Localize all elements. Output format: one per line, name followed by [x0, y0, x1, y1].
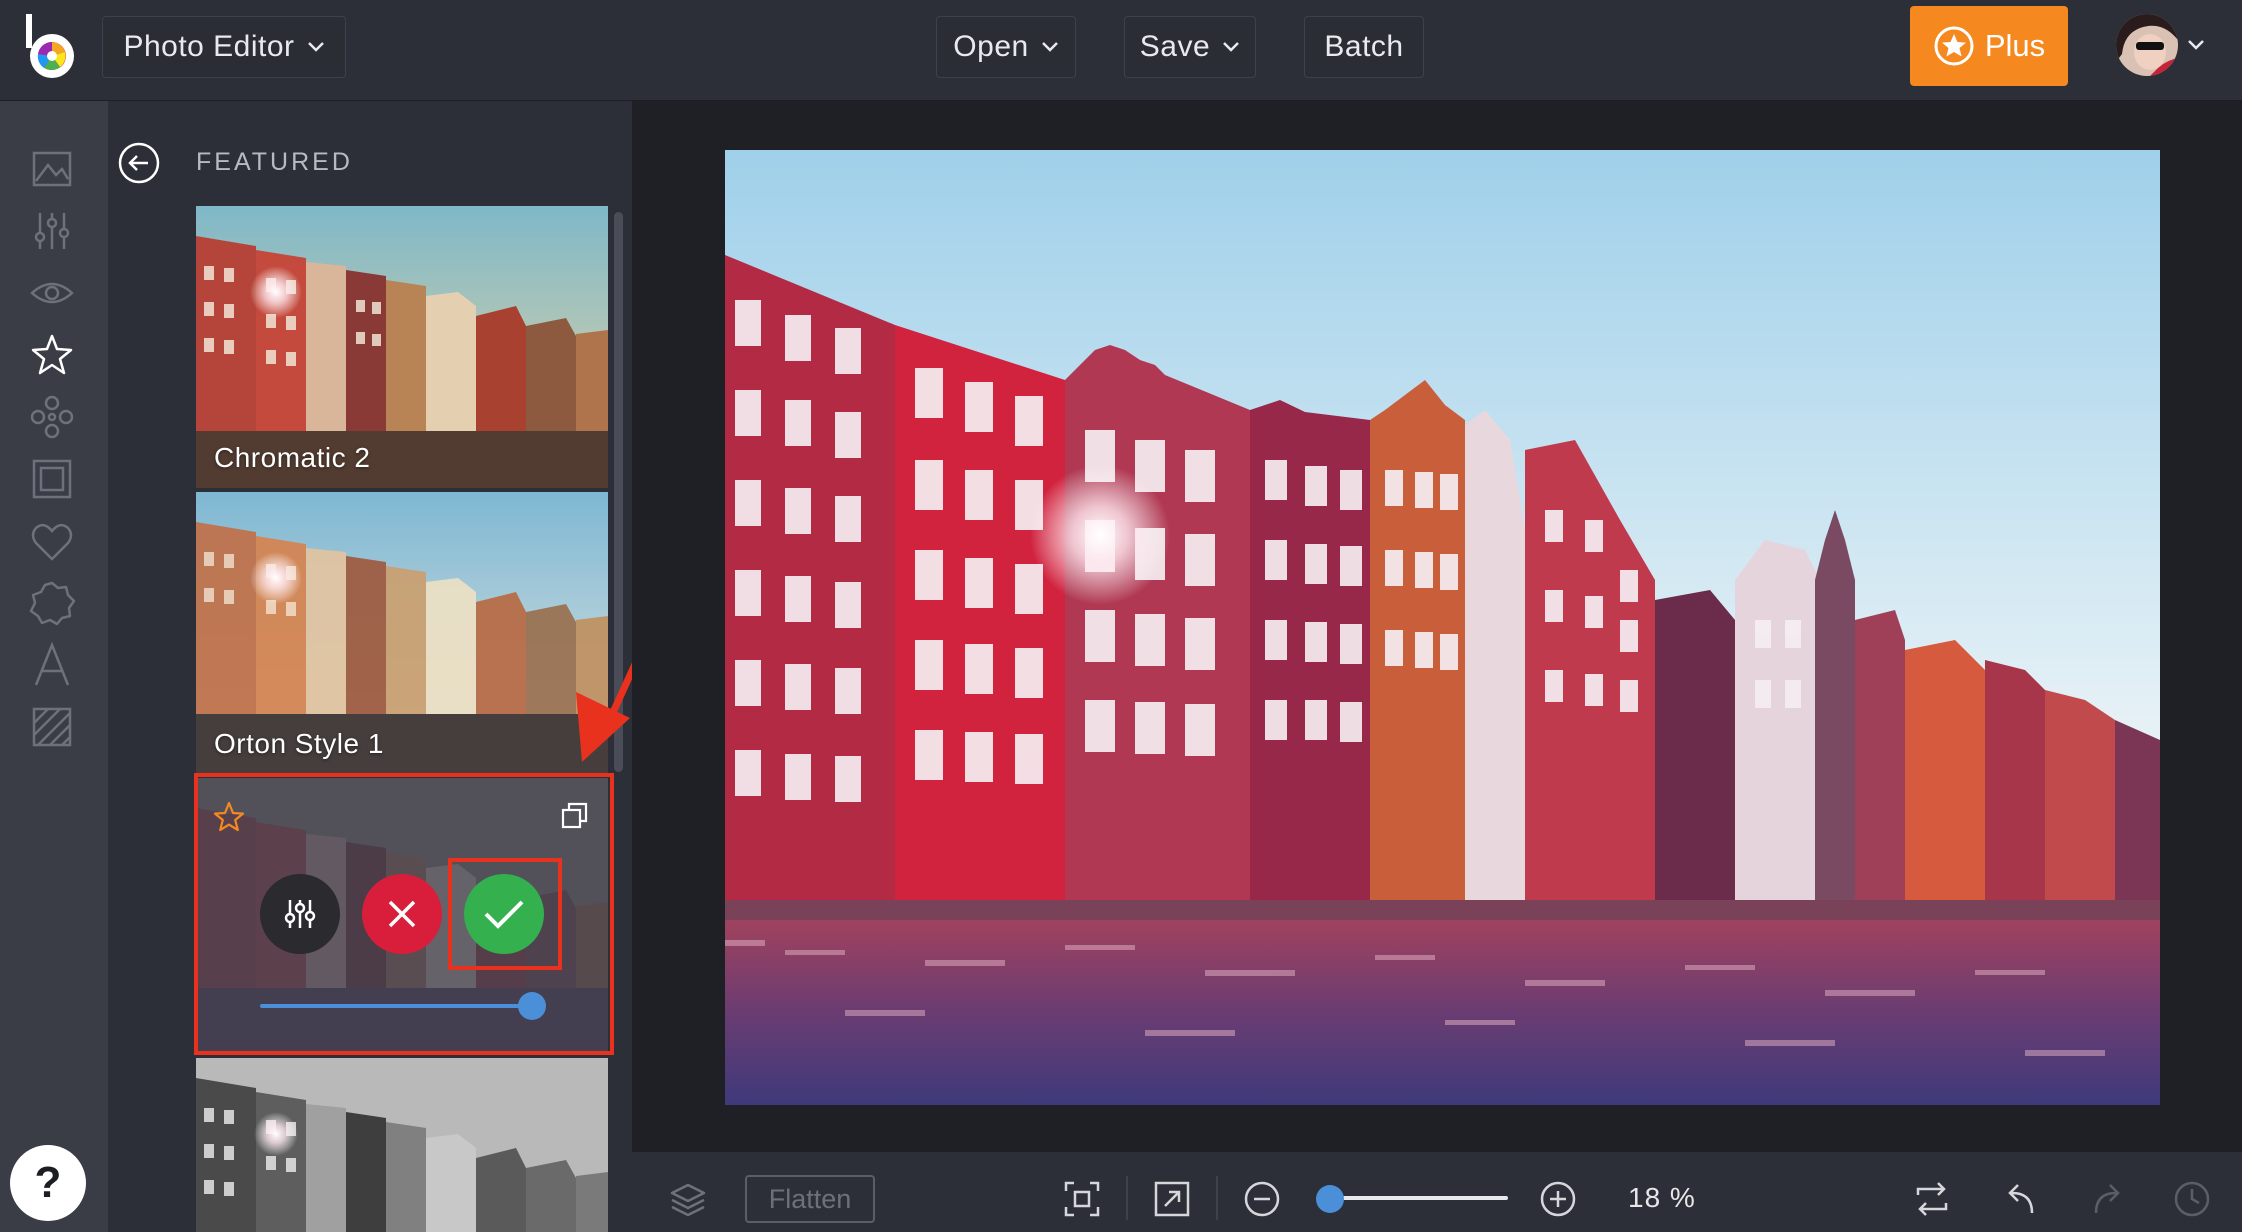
toolbar-divider	[1126, 1176, 1128, 1220]
filter-thumbnail[interactable]: Orton Style 1	[196, 492, 608, 774]
chevron-down-icon	[1041, 42, 1058, 52]
frame-icon[interactable]	[28, 455, 76, 503]
open-label: Open	[953, 30, 1029, 63]
top-bar: Photo Editor Open Save Batch Plus	[0, 0, 2242, 101]
help-button[interactable]: ?	[10, 1145, 86, 1221]
history-icon[interactable]	[2172, 1179, 2212, 1219]
batch-button[interactable]: Batch	[1304, 16, 1424, 78]
redo-icon[interactable]	[2088, 1179, 2128, 1219]
filter-thumbnail[interactable]: Chromatic 2	[196, 206, 608, 488]
undo-icon[interactable]	[2000, 1179, 2040, 1219]
app-menu-button[interactable]: Photo Editor	[102, 16, 346, 78]
star-icon[interactable]	[28, 331, 76, 379]
filter-label: Orton Style 1	[214, 728, 384, 759]
badge-icon[interactable]	[28, 579, 76, 627]
edited-photo[interactable]	[725, 150, 2160, 1105]
zoom-out-icon[interactable]	[1242, 1179, 1282, 1219]
tool-rail	[0, 101, 108, 1232]
sliders-icon[interactable]	[28, 207, 76, 255]
open-button[interactable]: Open	[936, 16, 1076, 78]
back-arrow-icon[interactable]	[118, 142, 160, 184]
save-label: Save	[1139, 30, 1211, 63]
save-button[interactable]: Save	[1124, 16, 1256, 78]
heart-icon[interactable]	[28, 517, 76, 565]
section-title: FEATURED	[196, 148, 353, 176]
actual-size-icon[interactable]	[1152, 1179, 1192, 1219]
compare-icon[interactable]	[1912, 1179, 1952, 1219]
chevron-down-icon[interactable]	[2186, 38, 2206, 52]
flatten-button[interactable]: Flatten	[745, 1175, 875, 1223]
toolbar-divider	[1216, 1176, 1218, 1220]
photo-editor-app: Photo Editor Open Save Batch Plus ? FEAT…	[0, 0, 2242, 1232]
chevron-down-icon	[1223, 42, 1240, 52]
texture-icon[interactable]	[28, 703, 76, 751]
zoom-slider-track[interactable]	[1330, 1196, 1508, 1200]
plus-label: Plus	[1984, 28, 2046, 63]
plus-upgrade-button[interactable]: Plus	[1910, 6, 2068, 86]
layers-icon[interactable]	[668, 1179, 708, 1219]
image-icon[interactable]	[28, 145, 76, 193]
befunky-logo-icon[interactable]	[24, 12, 80, 82]
zoom-slider-knob[interactable]	[1316, 1185, 1344, 1213]
fit-to-screen-icon[interactable]	[1062, 1179, 1102, 1219]
text-icon[interactable]	[28, 641, 76, 689]
zoom-in-icon[interactable]	[1538, 1179, 1578, 1219]
star-circle-icon	[1934, 26, 1974, 66]
filter-label: Chromatic 2	[214, 442, 371, 473]
filter-thumbnail[interactable]	[196, 1058, 608, 1232]
eye-icon[interactable]	[28, 269, 76, 317]
batch-label: Batch	[1324, 30, 1404, 63]
highlight-box-apply	[448, 858, 562, 970]
chevron-down-icon	[307, 42, 324, 52]
app-menu-label: Photo Editor	[123, 30, 295, 63]
user-avatar[interactable]	[2116, 14, 2178, 76]
graphics-icon[interactable]	[28, 393, 76, 441]
zoom-value: 18 %	[1628, 1182, 1696, 1213]
